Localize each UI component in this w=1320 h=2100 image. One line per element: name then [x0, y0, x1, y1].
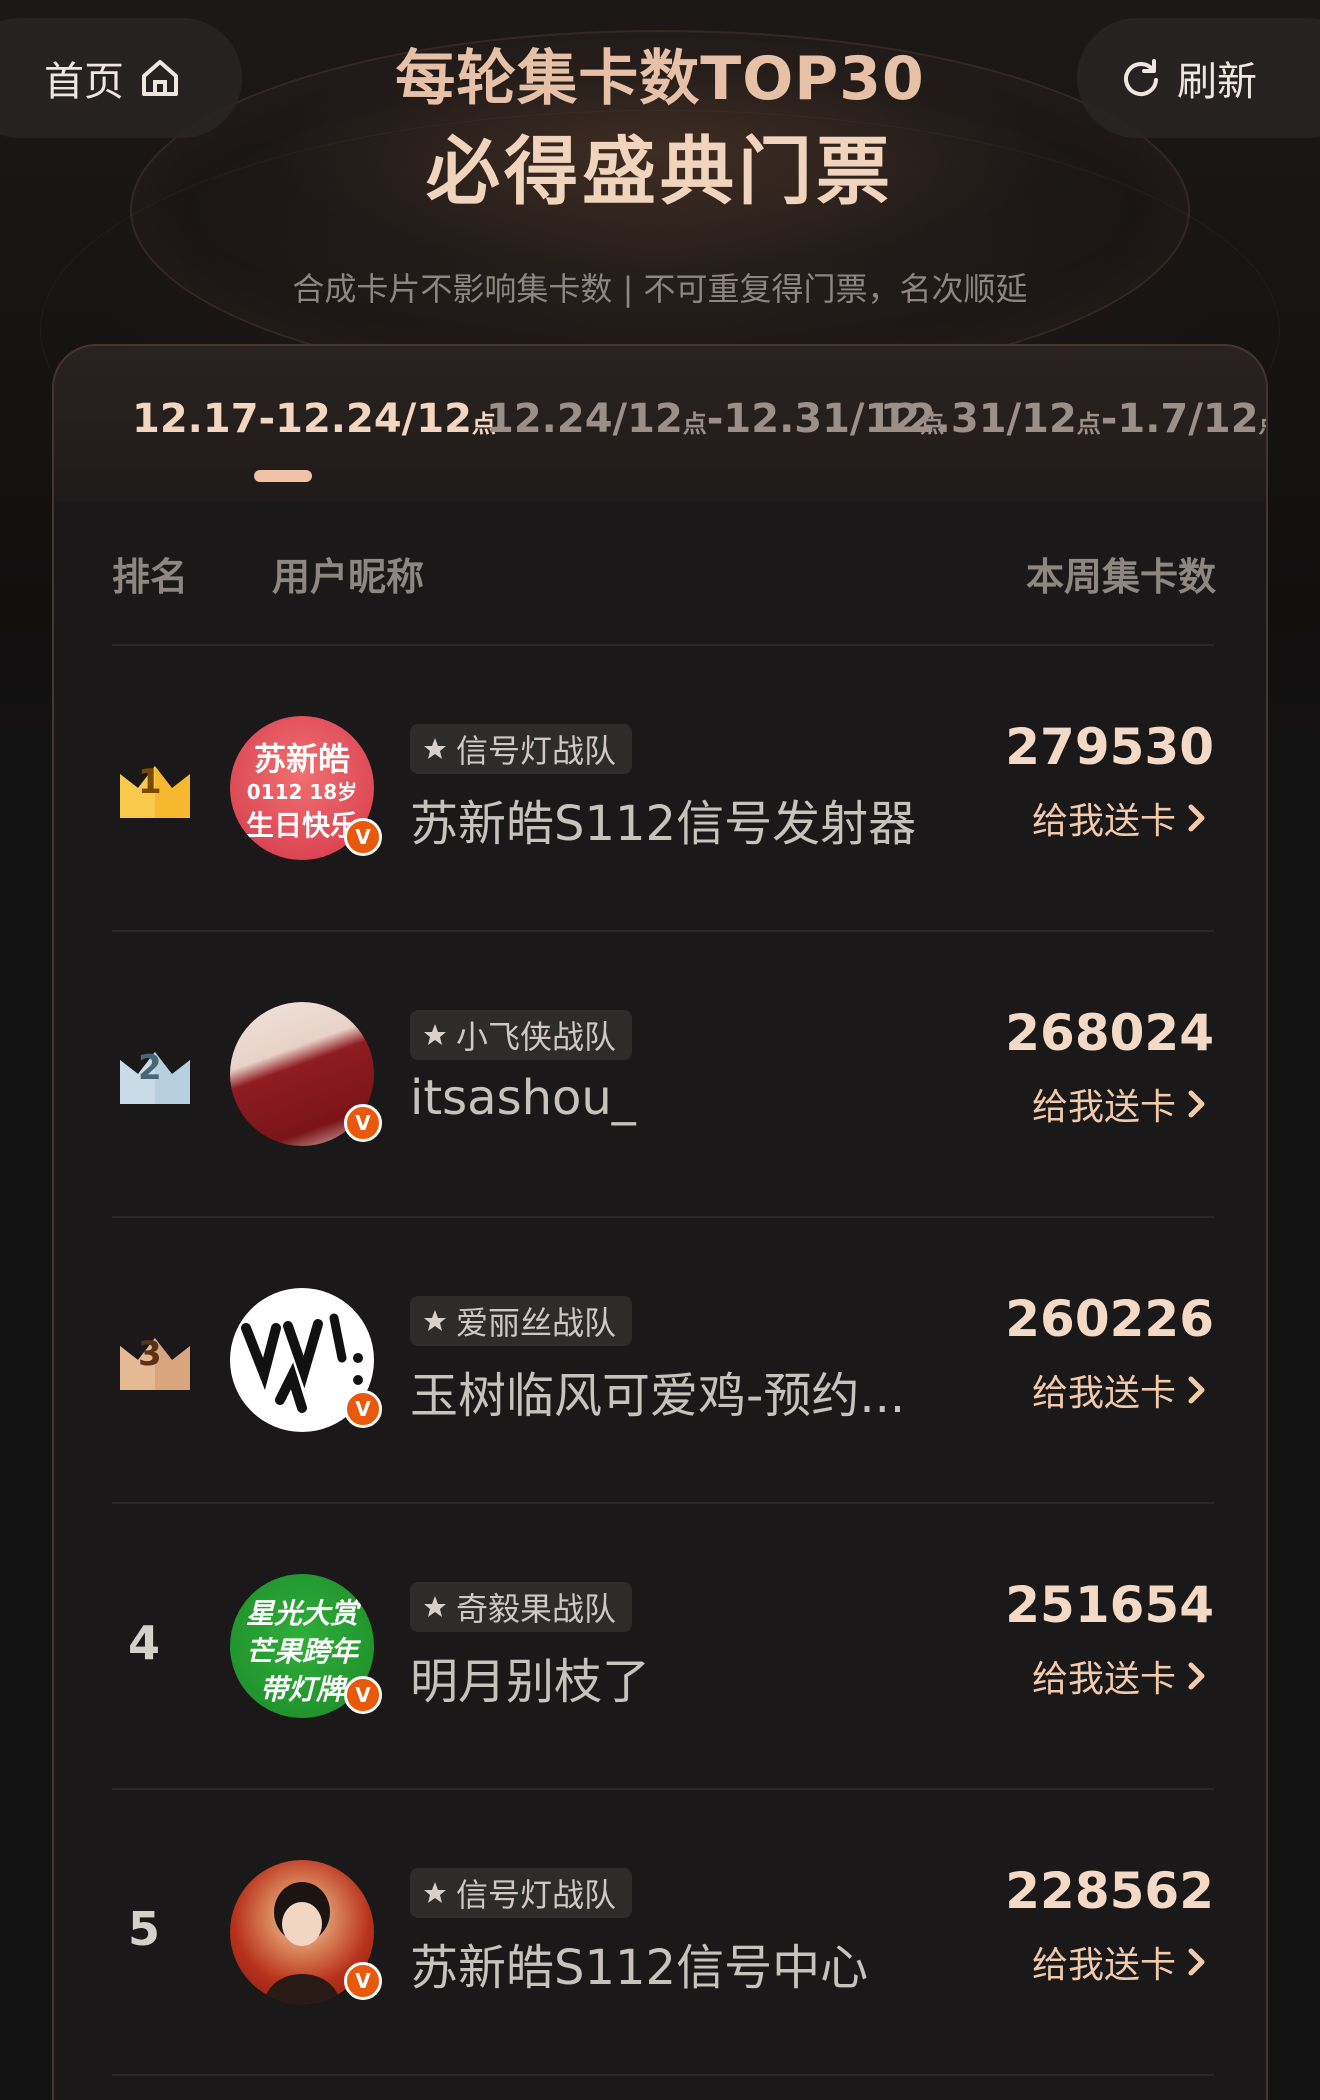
send-card-label: 给我送卡	[1031, 1087, 1176, 1128]
send-card-label: 给我送卡	[1031, 1659, 1176, 1700]
rank-number: 1	[138, 762, 162, 802]
tab-round-2[interactable]: 12.24/12点-12.31/12点	[486, 396, 944, 442]
active-tab-indicator	[254, 470, 312, 482]
page-title: 每轮集卡数TOP30	[395, 44, 925, 114]
team-badge: 奇毅果战队	[410, 1582, 633, 1632]
verified-badge-icon: V	[344, 1676, 382, 1714]
tab-round-3-suffix-2: 点	[1259, 410, 1266, 438]
avatar-text-line2: 0112 18岁	[246, 780, 358, 804]
username[interactable]: 玉树临风可爱鸡-预约...	[410, 1356, 950, 1426]
tab-round-3[interactable]: 12.31/12点-1.7/12点	[880, 396, 1266, 442]
username[interactable]: 明月别枝了	[410, 1642, 950, 1712]
username[interactable]: 苏新皓S112信号发射器	[410, 784, 950, 854]
send-card-label: 给我送卡	[1031, 1373, 1176, 1414]
table-row[interactable]: 4 星光大赏 芒果跨年 带灯牌 V 奇毅果战队 明月别枝了 251654 给我送…	[112, 1502, 1214, 1788]
tab-round-2-suffix-1: 点	[682, 410, 707, 438]
chevron-right-icon	[1188, 1090, 1205, 1118]
star-icon	[424, 738, 446, 759]
leaderboard-panel: 12.17-12.24/12点 12.24/12点-12.31/12点 12.3…	[52, 344, 1268, 2100]
round-tabs: 12.17-12.24/12点 12.24/12点-12.31/12点 12.3…	[54, 346, 1266, 502]
avatar-text-line1: 星光大赏	[245, 1597, 358, 1630]
username[interactable]: 苏新皓S112信号中心	[410, 1928, 950, 1998]
star-icon	[424, 1596, 446, 1617]
send-card-button[interactable]: 给我送卡	[1032, 792, 1208, 844]
star-icon	[424, 1882, 446, 1903]
verified-badge-icon: V	[344, 1104, 382, 1142]
chevron-right-icon	[1188, 804, 1205, 832]
column-nickname: 用户昵称	[272, 555, 425, 599]
tab-round-3-suffix-1: 点	[1076, 410, 1101, 438]
row-divider	[112, 2074, 1214, 2100]
team-name: 爱丽丝战队	[456, 1304, 617, 1342]
star-icon	[424, 1024, 446, 1045]
send-card-label: 给我送卡	[1031, 801, 1176, 842]
tab-round-1-label: 12.17-12.24/12	[132, 396, 472, 442]
chevron-right-icon	[1188, 1948, 1205, 1976]
team-name: 信号灯战队	[456, 1876, 617, 1914]
card-count: 279530	[1005, 718, 1214, 776]
table-row[interactable]: 2 V 小飞侠战队 itsashou_ 268024 给我送卡	[112, 930, 1214, 1216]
team-name: 小飞侠战队	[456, 1018, 617, 1056]
tab-round-2-start: 12.24/12	[486, 396, 683, 442]
send-card-label: 给我送卡	[1031, 1945, 1176, 1986]
table-row[interactable]: 3 V 爱丽丝战队 玉树临风可爱鸡-预约... 260226 给我送卡	[112, 1216, 1214, 1502]
send-card-button[interactable]: 给我送卡	[1032, 1650, 1208, 1702]
tab-round-1[interactable]: 12.17-12.24/12点	[132, 396, 496, 442]
chevron-right-icon	[1188, 1376, 1205, 1404]
tab-round-3-end: -1.7/12	[1100, 396, 1259, 442]
avatar-text-line2: 芒果跨年	[245, 1635, 358, 1668]
send-card-button[interactable]: 给我送卡	[1032, 1364, 1208, 1416]
team-badge: 信号灯战队	[410, 724, 633, 774]
card-count: 228562	[1005, 1862, 1214, 1920]
rank-number: 2	[138, 1048, 162, 1088]
table-header: 排名 用户昵称 本周集卡数	[54, 546, 1266, 606]
card-count: 268024	[1005, 1004, 1214, 1062]
verified-badge-icon: V	[344, 1962, 382, 2000]
star-icon	[424, 1310, 446, 1331]
chevron-right-icon	[1188, 1662, 1205, 1690]
column-card-count: 本周集卡数	[1025, 555, 1216, 599]
verified-badge-icon: V	[344, 1390, 382, 1428]
verified-badge-icon: V	[344, 818, 382, 856]
avatar-text-line1: 苏新皓	[253, 740, 350, 778]
team-badge: 爱丽丝战队	[410, 1296, 633, 1346]
page-subtitle-banner: 必得盛典门票	[426, 129, 894, 215]
rank-number: 3	[138, 1334, 162, 1374]
card-count: 251654	[1005, 1576, 1214, 1634]
team-name: 信号灯战队	[456, 732, 617, 770]
rules-note: 合成卡片不影响集卡数 | 不可重复得门票，名次顺延	[292, 270, 1028, 308]
send-card-button[interactable]: 给我送卡	[1032, 1936, 1208, 1988]
table-row[interactable]: 5 V 信号灯战队 苏新皓S112信号中心 228562 给我送卡	[112, 1788, 1214, 2074]
team-name: 奇毅果战队	[456, 1590, 617, 1628]
card-count: 260226	[1005, 1290, 1214, 1348]
team-badge: 信号灯战队	[410, 1868, 633, 1918]
rank-number: 4	[128, 1616, 161, 1670]
tab-round-3-start: 12.31/12	[880, 396, 1077, 442]
table-row[interactable]: 1 苏新皓 0112 18岁 生日快乐 V 信号灯战队 苏新皓S112信号发射器…	[112, 644, 1214, 930]
send-card-button[interactable]: 给我送卡	[1032, 1078, 1208, 1130]
column-rank: 排名	[112, 555, 189, 599]
username[interactable]: itsashou_	[410, 1070, 950, 1126]
team-badge: 小飞侠战队	[410, 1010, 633, 1060]
rank-number: 5	[128, 1902, 161, 1956]
